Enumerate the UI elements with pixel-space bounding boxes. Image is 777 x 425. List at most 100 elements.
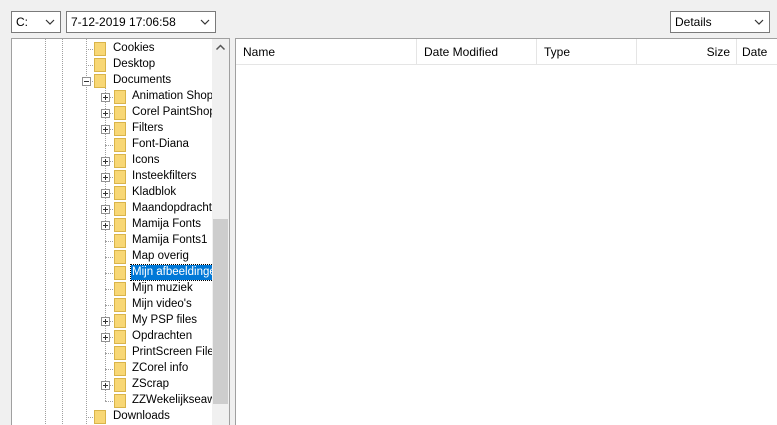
tree-connector [105, 241, 113, 242]
file-list[interactable]: Name Date Modified Type Size Date [235, 38, 777, 425]
tree-item-label: Maandopdrachten [132, 202, 214, 214]
tree-item-label: Mamija Fonts [132, 218, 202, 230]
tree-item[interactable]: Opdrachten [12, 329, 212, 345]
column-header-name[interactable]: Name [236, 39, 417, 65]
folder-icon [114, 346, 126, 360]
tree-item-label: Icons [132, 154, 160, 166]
tree-connector [86, 49, 93, 50]
scrollbar-thumb[interactable] [213, 219, 228, 404]
expand-icon[interactable] [101, 157, 110, 166]
tree-connector [86, 417, 93, 418]
tree-item-label: Insteekfilters [132, 170, 197, 182]
expand-icon[interactable] [101, 333, 110, 342]
chevron-down-icon [754, 19, 764, 25]
folder-icon [114, 202, 126, 216]
tree-item[interactable]: Icons [12, 153, 212, 169]
tree-item[interactable]: Animation Shop v [12, 89, 214, 105]
chevron-down-icon [45, 19, 55, 25]
tree-item-label: ZCorel info [132, 362, 189, 374]
tree-item-label: Kladblok [132, 186, 177, 198]
drive-select-value: C: [16, 15, 28, 29]
folder-icon [114, 362, 126, 376]
tree-item-label: Mijn video's [132, 298, 192, 310]
tree-item-label: PrintScreen Files [132, 346, 214, 358]
tree-item[interactable]: Filters [12, 121, 212, 137]
tree-item[interactable]: Corel PaintShop Pro [12, 105, 214, 121]
tree-connector [105, 289, 113, 290]
tree-item[interactable]: Mijn video's [12, 297, 212, 313]
list-header: Name Date Modified Type Size Date [236, 39, 777, 65]
folder-icon [114, 378, 126, 392]
expand-icon[interactable] [101, 317, 110, 326]
tree-connector [105, 353, 113, 354]
expand-icon[interactable] [101, 221, 110, 230]
expand-icon[interactable] [101, 205, 110, 214]
column-header-date-modified[interactable]: Date Modified [417, 39, 537, 65]
folder-icon [114, 394, 126, 408]
folder-icon [94, 42, 106, 56]
folder-icon [114, 266, 126, 280]
tree-item[interactable]: Mijn afbeeldingen [12, 264, 214, 281]
collapse-icon[interactable] [82, 77, 91, 86]
tree-connector [105, 273, 113, 274]
expand-icon[interactable] [101, 381, 110, 390]
tree-item[interactable]: PrintScreen Files [12, 345, 214, 361]
folder-icon [114, 170, 126, 184]
tree-item-label: ZZWekelijkseaw [132, 394, 214, 406]
tree-item[interactable]: ZScrap [12, 377, 212, 393]
tree-item[interactable]: Kladblok [12, 185, 212, 201]
tree-item[interactable]: Map overig [12, 249, 212, 265]
tree-item-label: Map overig [132, 250, 189, 262]
tree-connector [105, 257, 113, 258]
tree-item[interactable]: Desktop [12, 57, 212, 73]
expand-icon[interactable] [101, 189, 110, 198]
tree-item-label: Mijn muziek [132, 282, 193, 294]
tree-scrollbar[interactable] [212, 39, 229, 425]
tree-item[interactable]: My PSP files [12, 313, 212, 329]
tree-item[interactable]: Mamija Fonts [12, 217, 212, 233]
tree-connector [105, 401, 113, 402]
expand-icon[interactable] [101, 125, 110, 134]
tree-item[interactable]: Insteekfilters [12, 169, 212, 185]
expand-icon[interactable] [101, 93, 110, 102]
datetime-value: 7-12-2019 17:06:58 [71, 15, 176, 29]
tree-item[interactable]: Mamija Fonts1 [12, 233, 212, 249]
column-header-date[interactable]: Date [737, 39, 777, 65]
folder-tree[interactable]: Cookies Desktop Documents Animation Shop v C… [11, 38, 230, 425]
tree-item[interactable]: Mijn muziek [12, 281, 212, 297]
tree-connector [105, 145, 113, 146]
tree-item[interactable]: ZCorel info [12, 361, 212, 377]
expand-icon[interactable] [101, 173, 110, 182]
tree-item-label: Animation Shop v [132, 90, 214, 102]
folder-icon [114, 138, 126, 152]
scroll-up-arrow-icon[interactable] [212, 39, 229, 56]
column-header-type[interactable]: Type [537, 39, 637, 65]
folder-icon [114, 218, 126, 232]
tree-item-label: Opdrachten [132, 330, 193, 342]
folder-icon [114, 298, 126, 312]
folder-icon [114, 90, 126, 104]
tree-item[interactable]: Downloads [12, 409, 212, 425]
folder-icon [114, 186, 126, 200]
tree-item-label: My PSP files [132, 314, 197, 326]
tree-connector [105, 305, 113, 306]
tree-item-label: Filters [132, 122, 164, 134]
view-select[interactable]: Details [670, 11, 770, 33]
folder-icon [114, 154, 126, 168]
tree-item[interactable]: Font-Diana [12, 137, 212, 153]
expand-icon[interactable] [101, 109, 110, 118]
tree-item-label: ZScrap [132, 378, 170, 390]
view-select-value: Details [675, 15, 712, 29]
tree-item-label: Font-Diana [132, 138, 189, 150]
folder-icon [114, 282, 126, 296]
tree-item[interactable]: Cookies [12, 41, 212, 57]
column-header-size[interactable]: Size [637, 39, 737, 65]
tree-item[interactable]: Documents [12, 73, 212, 89]
tree-item[interactable]: Maandopdrachten [12, 201, 214, 217]
drive-select[interactable]: C: [11, 11, 61, 33]
tree-item-label: Mamija Fonts1 [132, 234, 208, 246]
tree-item[interactable]: ZZWekelijkseaw [12, 393, 214, 409]
datetime-picker[interactable]: 7-12-2019 17:06:58 [66, 11, 216, 33]
tree-item-label: Mijn afbeeldingen [129, 264, 214, 281]
tree-item-label: Documents [113, 74, 172, 86]
